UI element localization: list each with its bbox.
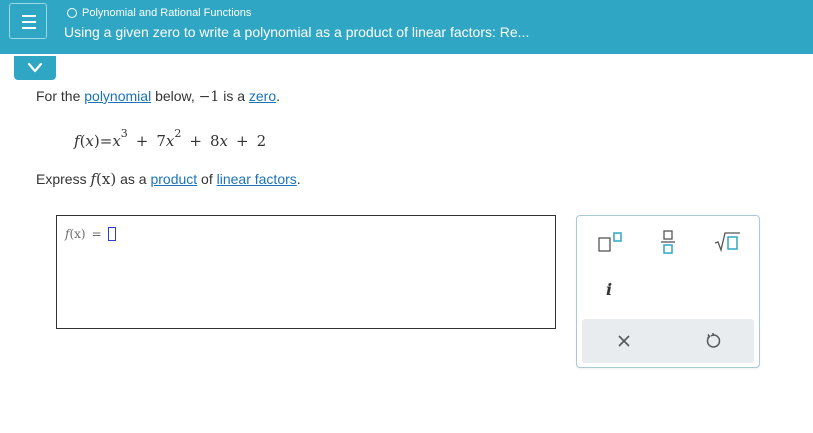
instruction: Express f(x) as a product of linear fact… [36,170,301,188]
imaginary-i-icon: i [605,280,613,299]
palette-action-bar [582,319,754,363]
polynomial-equation: f(x)=x3 +7x2 +8x +2 [74,127,267,150]
expand-button[interactable] [14,56,56,80]
answer-equals: = [91,227,102,241]
instruction-text: . [296,171,301,187]
sqrt-button[interactable] [712,229,744,255]
prompt-text: below, [151,88,199,104]
eq-plus: + [235,132,249,150]
superscript-button[interactable] [595,230,625,254]
product-link[interactable]: product [150,171,197,187]
eq-term-x: x [112,132,121,150]
fraction-icon [661,230,675,254]
eq-exponent: 2 [174,127,182,140]
eq-constant: 2 [256,132,267,150]
eq-x: x [85,132,94,150]
eq-exponent: 3 [120,127,128,140]
undo-button[interactable] [704,332,722,350]
math-palette: i [576,215,760,368]
top-header: Polynomial and Rational Functions Using … [0,0,813,54]
menu-button[interactable] [9,3,47,39]
undo-icon [706,333,721,348]
eq-plus: + [189,132,202,150]
instruction-text: Express [36,171,91,187]
page-title: Using a given zero to write a polynomial… [64,24,530,40]
instruction-text: of [197,171,217,187]
hamburger-icon-line [22,15,36,17]
polynomial-link[interactable]: polynomial [84,88,151,104]
linear-factors-link[interactable]: linear factors [217,171,297,187]
hamburger-icon-line [22,21,36,23]
question-prompt: For the polynomial below, −1 is a zero. [36,88,280,105]
instruction-text: as a [116,171,151,187]
eq-plus: + [135,132,149,150]
answer-input-area[interactable]: f (x) = [56,215,556,329]
chevron-down-icon [27,62,43,73]
topic-circle-icon [67,8,77,18]
eq-term-x: x [219,132,228,150]
eq-coef: 8 [209,132,220,150]
clear-button[interactable] [616,333,632,349]
eq-equals: = [99,132,113,150]
topic-breadcrumb: Polynomial and Rational Functions [67,7,251,19]
prompt-text: is a [219,88,249,104]
superscript-icon [598,232,622,252]
answer-arg: (x) [69,227,86,241]
answer-input-cursor[interactable] [107,227,116,241]
fraction-button[interactable] [656,228,682,256]
prompt-text: . [276,88,281,104]
imaginary-i-button[interactable]: i [601,280,617,302]
zero-value: −1 [198,89,220,105]
hamburger-icon-line [22,27,36,29]
sqrt-icon [714,232,740,253]
topic-label: Polynomial and Rational Functions [82,7,252,19]
prompt-text: For the [36,88,85,104]
zero-link[interactable]: zero [249,88,276,104]
clear-icon [618,335,630,347]
answer-expression: f (x) = [65,227,116,241]
eq-coef: 7 [156,132,166,150]
instruction-arg: (x) [96,170,117,188]
